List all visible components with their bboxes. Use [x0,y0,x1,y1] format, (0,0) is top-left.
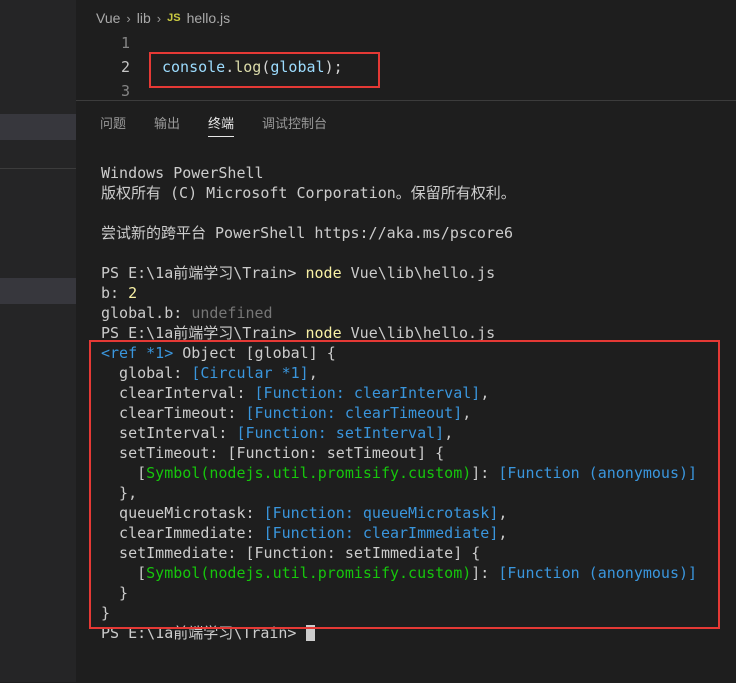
chevron-right-icon: › [156,10,162,26]
explorer-sidebar [0,0,76,682]
panel-tabs: 问题 输出 终端 调试控制台 [100,113,355,137]
terminal-line: 版权所有 (C) Microsoft Corporation。保留所有权利。 [101,184,516,202]
breadcrumb: Vue › lib › JS hello.js [96,8,230,28]
output-key: b: [101,284,129,302]
breadcrumb-item-vue[interactable]: Vue [96,10,120,26]
output-value: undefined [191,304,273,322]
terminal-line: b: 2 [101,283,721,303]
breadcrumb-item-file[interactable]: hello.js [187,10,231,26]
output-key: global.b: [101,304,192,322]
command: node [305,264,342,282]
tab-debug-console[interactable]: 调试控制台 [262,113,327,137]
terminal-line: global.b: undefined [101,303,721,323]
terminal-line: 尝试新的跨平台 PowerShell https://aka.ms/pscore… [101,224,514,242]
sidebar-divider [0,168,76,169]
js-file-icon: JS [167,12,181,24]
command-arg: Vue\lib\hello.js [341,264,496,282]
tab-terminal[interactable]: 终端 [208,113,235,137]
terminal-line: Windows PowerShell [101,164,264,182]
breadcrumb-item-lib[interactable]: lib [137,10,151,26]
line-number: 2 [120,58,130,76]
tab-output[interactable]: 输出 [154,113,180,137]
tab-problems[interactable]: 问题 [100,113,126,137]
output-value: 2 [128,284,138,302]
highlight-box-output [89,340,720,629]
highlight-box-code [149,52,380,88]
line-number: 1 [120,34,130,52]
terminal-line: PS E:\1a前端学习\Train> node Vue\lib\hello.j… [101,263,721,283]
sidebar-selected-row-2[interactable] [0,278,76,304]
sidebar-selected-row[interactable] [0,114,76,140]
chevron-right-icon: › [126,10,131,26]
prompt: PS E:\1a前端学习\Train> [101,264,306,282]
